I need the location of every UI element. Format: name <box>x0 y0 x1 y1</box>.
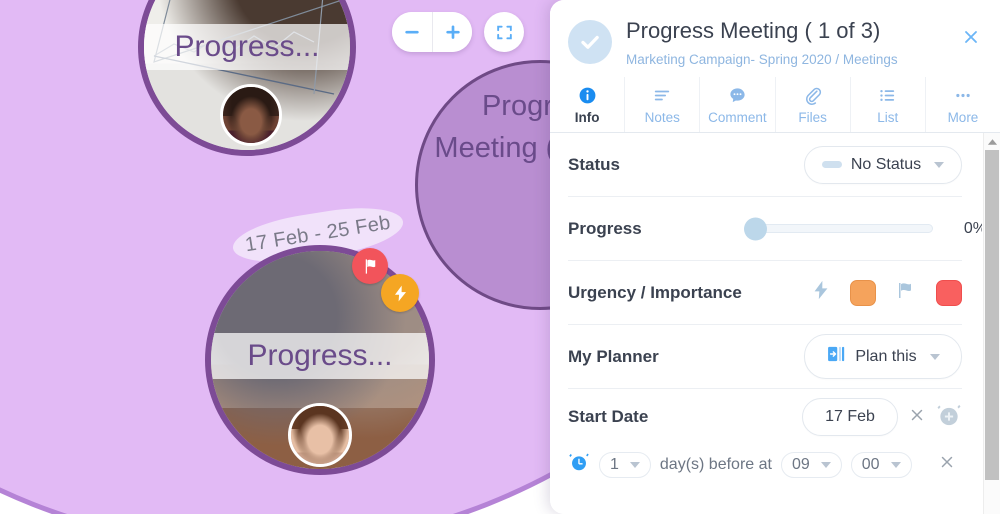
tab-label: Comment <box>708 110 767 125</box>
row-status: Status No Status <box>568 133 962 197</box>
task-detail-panel: Progress Meeting ( 1 of 3) Marketing Cam… <box>550 0 1000 514</box>
tab-list[interactable]: List <box>851 77 926 132</box>
tab-label: Notes <box>644 110 680 125</box>
complete-check-icon[interactable] <box>568 20 612 64</box>
reminder-minute-value: 00 <box>861 455 880 473</box>
zoom-in-button[interactable] <box>432 12 472 52</box>
progress-slider[interactable] <box>744 217 933 240</box>
page-title: Progress Meeting ( 1 of 3) <box>626 18 881 43</box>
panel-body: Status No Status Progress 0 Urgency / Im… <box>550 133 1000 514</box>
tab-label: Files <box>798 110 827 125</box>
chevron-down-icon <box>820 461 831 468</box>
fullscreen-button[interactable] <box>484 12 524 52</box>
tab-label: List <box>877 110 899 125</box>
row-label-start-date: Start Date <box>568 407 649 426</box>
tab-info[interactable]: Info <box>550 77 626 132</box>
panel-tabs[interactable]: Info Notes Comment Files List More <box>550 77 1000 133</box>
status-value: No Status <box>850 155 922 173</box>
tab-notes[interactable]: Notes <box>625 77 701 132</box>
row-label-planner: My Planner <box>568 346 659 366</box>
reminder-hour-value: 09 <box>791 455 810 473</box>
chevron-down-icon <box>629 461 640 468</box>
row-my-planner: My Planner Plan this <box>568 325 962 389</box>
clear-start-date-icon[interactable] <box>908 406 926 429</box>
alarm-icon[interactable] <box>568 451 590 478</box>
panel-header: Progress Meeting ( 1 of 3) Marketing Cam… <box>550 0 1000 77</box>
panel-scrollbar[interactable] <box>983 133 1000 514</box>
reminder-minute-dropdown[interactable]: 00 <box>850 451 912 478</box>
reminder-unit-text: day(s) before at <box>659 455 772 473</box>
urgency-red-swatch[interactable] <box>936 279 962 306</box>
tab-label: Info <box>574 110 600 125</box>
bubble-title: Progress... <box>211 333 429 379</box>
planner-dropdown[interactable]: Plan this <box>804 334 962 379</box>
row-label-progress: Progress <box>568 218 642 238</box>
chevron-down-icon <box>934 161 945 168</box>
notes-icon <box>651 84 673 106</box>
row-label-urgency: Urgency / Importance <box>568 282 742 302</box>
row-urgency-importance: Urgency / Importance <box>568 261 962 325</box>
reminder-hour-dropdown[interactable]: 09 <box>780 451 842 478</box>
progress-slider-handle[interactable] <box>744 217 767 240</box>
bolt-badge-icon[interactable] <box>381 274 419 312</box>
zoom-button-group[interactable] <box>392 12 472 52</box>
zoom-controls[interactable] <box>392 12 524 52</box>
panel-header-text: Progress Meeting ( 1 of 3) Marketing Cam… <box>626 16 942 67</box>
scrollbar-thumb[interactable] <box>985 150 999 480</box>
status-dropdown[interactable]: No Status <box>804 145 962 184</box>
start-date-value: 17 Feb <box>825 408 875 425</box>
breadcrumb[interactable]: Marketing Campaign- Spring 2020 / Meetin… <box>626 52 942 67</box>
bubble-progress-top[interactable]: Progress... <box>138 0 356 156</box>
flag-badge-icon[interactable] <box>352 248 388 284</box>
planner-icon <box>826 344 846 369</box>
progress-value: 0% <box>963 219 982 237</box>
comment-icon <box>727 84 748 106</box>
flag-outline-icon[interactable] <box>894 278 918 307</box>
app-root: Progress... Progress Meeting ( 1 of 3) 1… <box>0 0 1000 514</box>
alarm-add-icon[interactable] <box>936 402 962 433</box>
tab-more[interactable]: More <box>926 77 1000 132</box>
row-start-date: Start Date 17 Feb <box>568 389 962 445</box>
urgency-orange-swatch[interactable] <box>850 279 876 306</box>
tab-label: More <box>947 110 979 125</box>
tab-files[interactable]: Files <box>776 77 851 132</box>
avatar[interactable] <box>288 403 352 467</box>
list-icon <box>877 84 898 106</box>
chevron-down-icon <box>929 353 940 360</box>
reminder-amount-dropdown[interactable]: 1 <box>599 451 651 478</box>
bolt-outline-icon[interactable] <box>810 278 832 307</box>
status-color-swatch <box>821 161 842 168</box>
paperclip-icon <box>803 84 822 106</box>
scroll-up-arrow-icon[interactable] <box>984 135 1000 149</box>
reminder-amount-value: 1 <box>610 455 619 473</box>
clear-reminder-icon[interactable] <box>938 453 962 476</box>
tab-comment[interactable]: Comment <box>700 77 776 132</box>
zoom-out-button[interactable] <box>392 12 432 52</box>
planner-value: Plan this <box>855 347 917 365</box>
bubble-title: Progress... <box>144 24 350 70</box>
chevron-down-icon <box>890 461 901 468</box>
row-label-status: Status <box>568 154 620 174</box>
panel-scroll-content: Status No Status Progress 0 Urgency / Im… <box>550 133 982 514</box>
row-progress: Progress 0% <box>568 197 982 261</box>
avatar[interactable] <box>220 84 282 146</box>
row-reminder: 1 day(s) before at 09 00 <box>568 445 962 490</box>
start-date-button[interactable]: 17 Feb <box>802 398 898 436</box>
info-icon <box>578 84 597 106</box>
close-icon[interactable] <box>956 22 986 52</box>
ellipsis-icon <box>952 84 974 106</box>
